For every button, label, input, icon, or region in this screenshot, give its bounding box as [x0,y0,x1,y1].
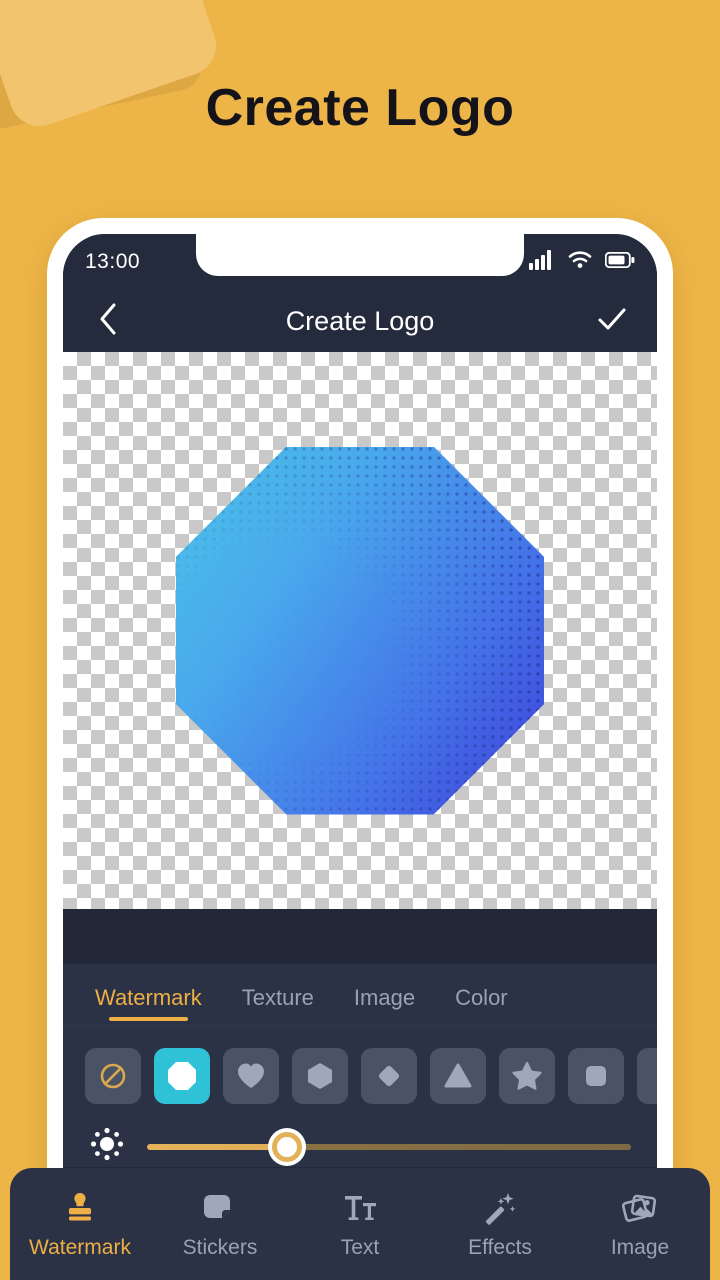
battery-icon [604,251,635,273]
app-screenshot: Create Logo 13:00 Create Logo Watermark … [0,0,720,1280]
nav-label-watermark: Watermark [29,1235,131,1259]
nav-item-text[interactable]: Text [290,1189,430,1260]
magic-wand-icon [481,1189,519,1227]
shape-option-heart[interactable] [223,1048,279,1104]
nav-label-image: Image [610,1235,670,1259]
tab-watermark[interactable]: Watermark [95,985,202,1025]
shape-option-diamond[interactable] [361,1048,417,1104]
shape-option-star[interactable] [499,1048,555,1104]
star-icon [511,1060,543,1092]
photos-icon [621,1189,659,1227]
triangle-icon [442,1060,474,1092]
heart-icon [235,1060,267,1092]
nav-item-effects[interactable]: Effects [430,1189,570,1260]
no-shape-icon [97,1060,129,1092]
shape-option-octagon[interactable] [154,1048,210,1104]
text-icon [341,1189,379,1227]
tab-image[interactable]: Image [354,985,415,1025]
opacity-slider-thumb[interactable] [272,1131,303,1162]
tab-texture[interactable]: Texture [242,985,314,1025]
phone-screen: 13:00 Create Logo Watermark Texture Imag… [63,234,657,1268]
opacity-slider-track[interactable] [147,1131,631,1162]
confirm-button[interactable] [591,300,633,342]
phone-mockup: 13:00 Create Logo Watermark Texture Imag… [47,218,673,1268]
nav-item-stickers[interactable]: Stickers [150,1189,290,1260]
page-title: Create Logo [205,79,515,137]
status-clock: 13:00 [85,250,141,273]
shape-option-rounded-square[interactable] [568,1048,624,1104]
status-bar: 13:00 [63,234,657,290]
sticker-icon [201,1189,239,1227]
logo-object[interactable] [176,446,544,815]
editor-panel: Watermark Texture Image Color [63,964,657,1167]
phone-notch [196,234,524,276]
wifi-icon [568,250,592,275]
shape-option-none[interactable] [85,1048,141,1104]
rounded-square-icon [580,1060,612,1092]
tab-color[interactable]: Color [455,985,508,1025]
check-icon [597,306,627,337]
logo-halftone-texture [176,446,544,815]
shape-selector-row[interactable] [63,1026,657,1104]
shape-option-triangle[interactable] [430,1048,486,1104]
nav-item-watermark[interactable]: Watermark [10,1189,150,1260]
logo-canvas[interactable] [63,352,657,909]
canvas-gap-strip [63,909,657,964]
brightness-icon [89,1126,125,1167]
back-chevron-icon [97,302,119,341]
signal-icon [529,249,555,275]
editor-tabs: Watermark Texture Image Color [63,964,657,1026]
shape-option-more[interactable] [637,1048,657,1104]
stamp-icon [61,1189,99,1227]
back-button[interactable] [87,300,129,342]
bottom-navigation-bar: Watermark Stickers Text Effects Image [10,1168,710,1280]
nav-item-image[interactable]: Image [570,1189,710,1260]
nav-label-effects: Effects [468,1235,532,1259]
nav-label-stickers: Stickers [182,1235,258,1259]
nav-label-text: Text [340,1235,380,1259]
octagon-icon [166,1060,198,1092]
status-icon-group [529,249,635,275]
diamond-icon [373,1060,405,1092]
app-bar-title: Create Logo [285,305,435,336]
hexagon-icon [304,1060,336,1092]
shape-option-hexagon[interactable] [292,1048,348,1104]
opacity-slider-row[interactable] [63,1104,657,1167]
app-bar: Create Logo [63,290,657,352]
